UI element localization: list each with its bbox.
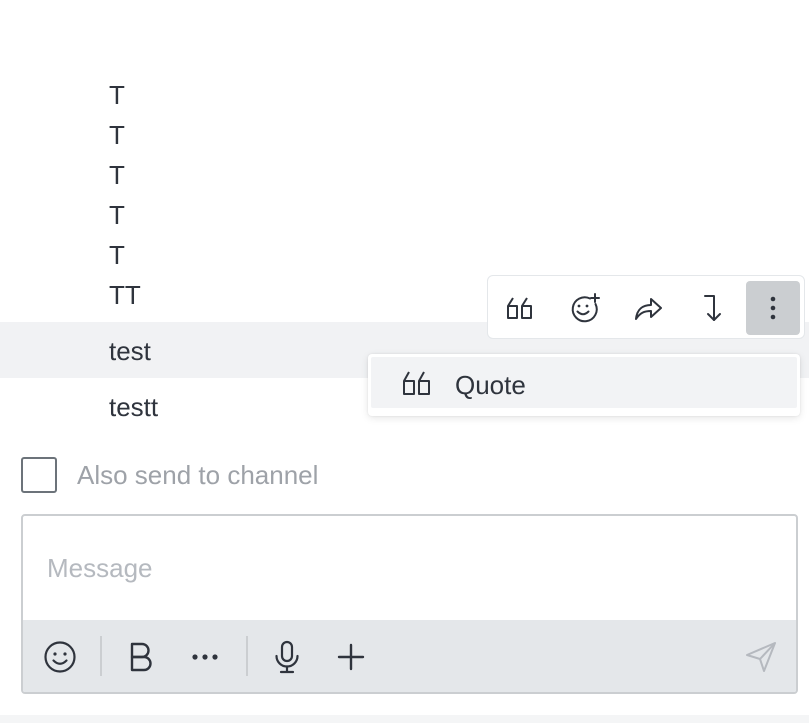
message-text: testt — [109, 392, 159, 422]
send-icon — [746, 642, 776, 672]
also-send-checkbox[interactable] — [21, 457, 57, 493]
quote-button[interactable] — [493, 281, 547, 335]
kebab-menu-icon — [770, 296, 776, 320]
message-input[interactable] — [23, 516, 796, 620]
send-button[interactable] — [738, 634, 784, 680]
plus-icon — [337, 643, 365, 671]
toolbar-divider — [100, 636, 102, 676]
more-options-button[interactable] — [746, 281, 800, 335]
microphone-icon — [275, 640, 299, 674]
message-text: T — [109, 120, 125, 150]
toolbar-divider — [246, 636, 248, 676]
message-text: T — [109, 200, 125, 230]
message-text: TT — [109, 280, 141, 310]
message-text: T — [109, 240, 125, 270]
add-reaction-button[interactable] — [557, 281, 611, 335]
menu-item-label: Quote — [455, 370, 526, 400]
add-attachment-button[interactable] — [328, 634, 374, 680]
bold-button[interactable] — [118, 634, 164, 680]
quote-icon — [507, 297, 532, 319]
message-text: T — [109, 80, 125, 110]
also-send-label[interactable]: Also send to channel — [77, 460, 318, 491]
message-composer — [21, 514, 798, 694]
forward-icon — [635, 298, 662, 320]
menu-item-quote[interactable]: Quote — [371, 357, 797, 408]
audio-message-button[interactable] — [264, 634, 310, 680]
bottom-edge — [0, 715, 809, 723]
more-formatting-icon — [192, 654, 218, 660]
emoji-button[interactable] — [37, 634, 83, 680]
more-formatting-button[interactable] — [182, 634, 228, 680]
quote-icon — [403, 371, 430, 395]
also-send-to-channel: Also send to channel — [21, 455, 318, 495]
composer-toolbar — [23, 620, 796, 692]
forward-button[interactable] — [621, 281, 675, 335]
reply-in-thread-button[interactable] — [685, 281, 739, 335]
message-action-toolbar — [487, 275, 805, 339]
bold-icon — [130, 642, 152, 672]
message-text: T — [109, 160, 125, 190]
message-options-menu: Quote — [368, 354, 800, 416]
reply-in-thread-icon — [704, 295, 721, 321]
emoji-icon — [44, 641, 76, 673]
message-text: test — [109, 336, 151, 366]
add-reaction-icon — [571, 293, 600, 323]
